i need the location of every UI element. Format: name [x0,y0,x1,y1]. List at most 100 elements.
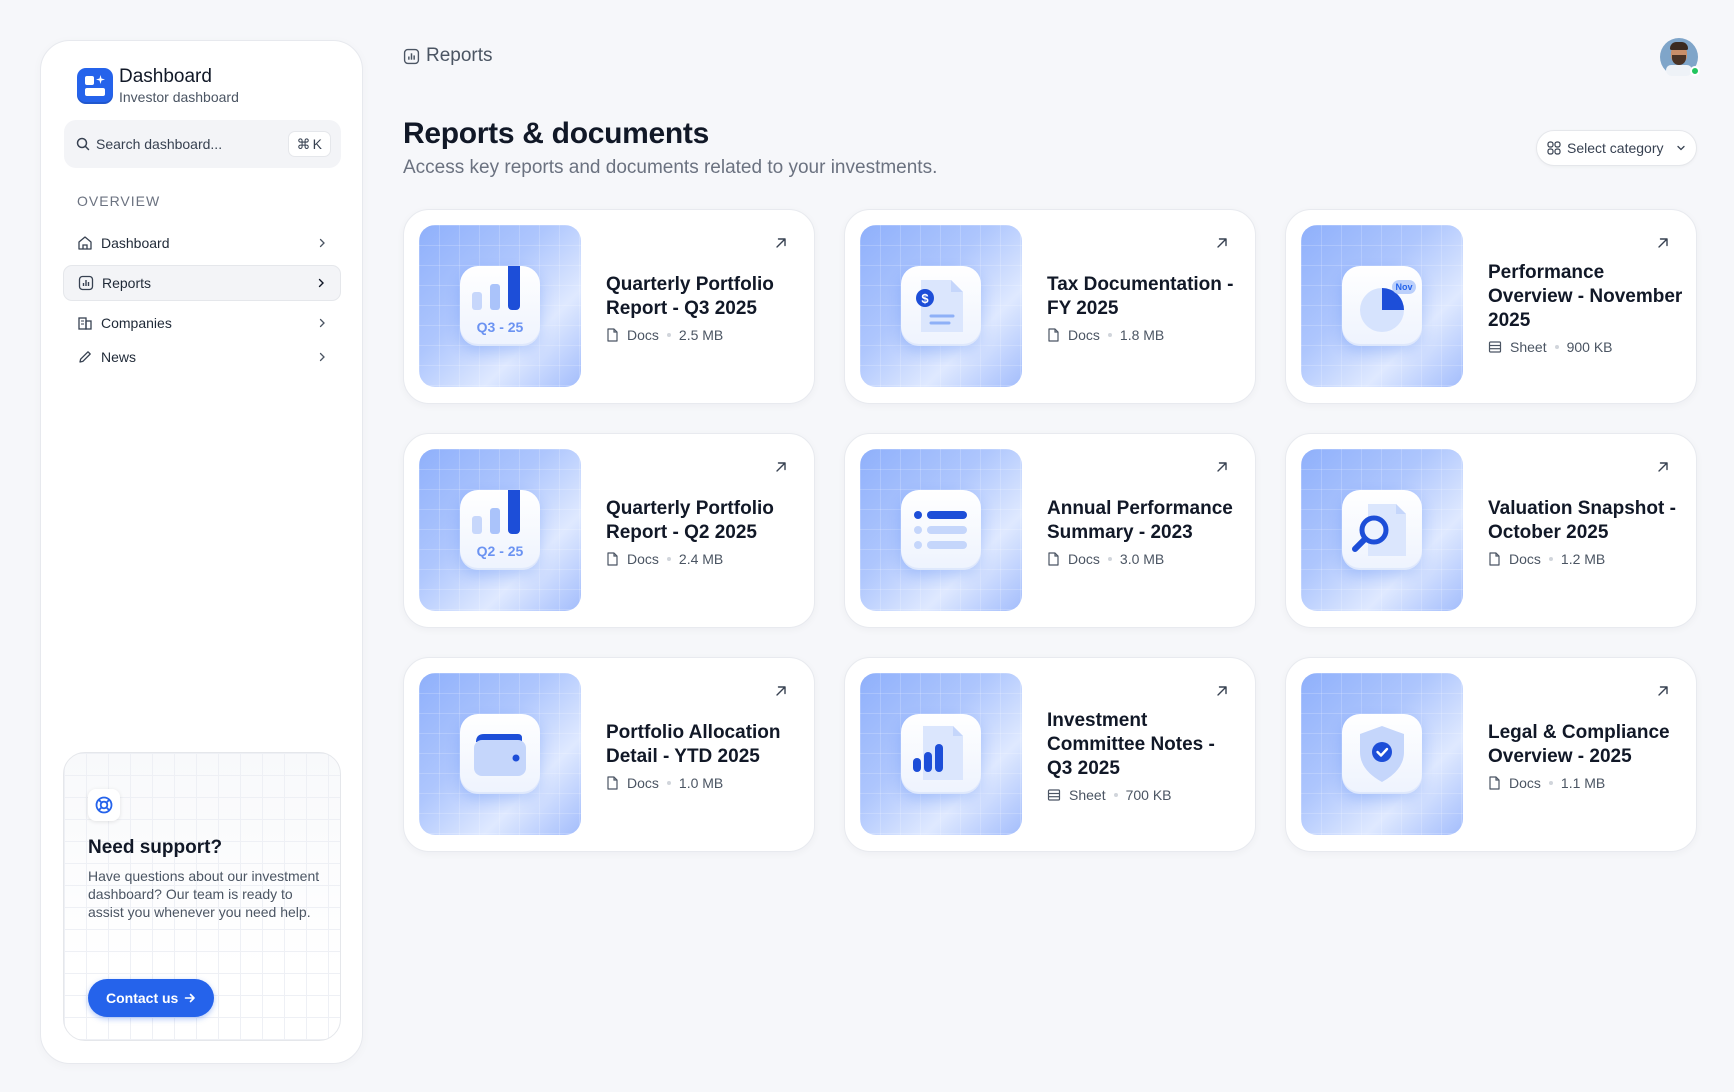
document-icon [1489,551,1500,566]
report-card[interactable]: Investment Committee Notes - Q3 2025 She… [844,657,1256,852]
dashboard-logo-icon [77,68,113,105]
sidebar-nav: Dashboard Reports Companies News [63,225,341,379]
report-thumbnail [860,449,1022,611]
external-link-arrow-icon[interactable] [774,684,788,698]
avatar[interactable] [1660,38,1700,76]
category-select[interactable]: Select category [1536,130,1697,166]
sidebar-item-dashboard[interactable]: Dashboard [63,225,341,261]
contact-us-button[interactable]: Contact us [88,979,215,1017]
support-title: Need support? [88,837,223,858]
brand-subtitle: Investor dashboard [119,88,239,105]
search-shortcut: ⌘ K [287,131,331,157]
sidebar-item-label: Reports [102,275,152,291]
spreadsheet-icon [1488,340,1502,353]
search-icon [76,137,90,151]
report-meta: Sheet 700 KB [1047,787,1242,803]
report-size: 1.1 MB [1560,774,1606,791]
chart-document-icon [901,714,981,794]
document-icon [607,551,618,566]
report-card[interactable]: Portfolio Allocation Detail - YTD 2025 D… [403,657,815,852]
external-link-arrow-icon[interactable] [1656,236,1670,250]
category-select-value: Select category [1567,140,1664,156]
sidebar-item-news[interactable]: News [63,339,341,375]
chevron-right-icon [319,352,325,362]
report-type: Docs [1068,326,1100,343]
sidebar: Dashboard Investor dashboard Search dash… [40,40,363,1064]
report-card[interactable]: Q2 - 25 Quarterly Portfolio Report - Q2 … [403,433,815,628]
report-meta: Docs 1.8 MB [1047,327,1242,343]
external-link-arrow-icon[interactable] [1215,236,1229,250]
document-icon [607,327,618,342]
spreadsheet-icon [1047,788,1061,801]
report-meta: Docs 1.0 MB [606,775,801,791]
report-card[interactable]: $ Tax Documentation - FY 2025 Docs 1.8 M… [844,209,1256,404]
report-thumbnail: Q3 - 25 [419,225,581,387]
sidebar-item-label: Dashboard [101,235,170,251]
chart-icon [78,275,94,291]
external-link-arrow-icon[interactable] [774,236,788,250]
chevron-down-icon [1677,145,1685,151]
report-card[interactable]: Nov Performance Overview - November 2025… [1285,209,1697,404]
chevron-right-icon [319,318,325,328]
bar-chart-q2-icon: Q2 - 25 [460,490,540,570]
document-icon [1048,551,1059,566]
report-thumbnail [860,673,1022,835]
pie-chart-icon: Nov [1342,266,1422,346]
external-link-arrow-icon[interactable] [1215,460,1229,474]
brand[interactable]: Dashboard Investor dashboard [77,66,239,105]
wallet-icon [460,714,540,794]
sidebar-item-companies[interactable]: Companies [63,305,341,341]
report-title: Investment Committee Notes - Q3 2025 [1047,709,1215,779]
report-meta: Sheet 900 KB [1488,339,1683,355]
home-icon [78,236,92,250]
grid-icon [1547,141,1561,155]
report-type: Docs [1068,550,1100,567]
chevron-right-icon [318,278,324,288]
sidebar-item-label: News [101,349,137,365]
document-icon [607,775,618,790]
breadcrumb-current[interactable]: Reports [426,45,493,67]
section-label-overview: OVERVIEW [77,193,161,209]
report-type: Sheet [1069,786,1106,803]
report-type: Docs [1509,550,1541,567]
document-icon [1048,327,1059,342]
report-size: 2.4 MB [678,550,724,567]
external-link-arrow-icon[interactable] [1656,684,1670,698]
report-type: Docs [1509,774,1541,791]
external-link-arrow-icon[interactable] [1656,460,1670,474]
report-title: Tax Documentation - FY 2025 [1047,273,1234,319]
svg-text:Q3 - 25: Q3 - 25 [477,319,524,335]
command-key-icon: ⌘ [296,135,311,152]
page-title: Reports & documents [403,117,710,150]
page-subtitle: Access key reports and documents related… [403,157,938,178]
report-size: 900 KB [1566,338,1613,355]
report-type: Docs [627,550,659,567]
search-input[interactable]: Search dashboard... ⌘ K [64,120,341,168]
report-size: 1.2 MB [1560,550,1606,567]
online-status-dot [1690,66,1700,76]
shield-check-icon [1342,714,1422,794]
brand-title: Dashboard [119,66,212,87]
report-type: Docs [627,326,659,343]
arrow-right-icon [185,993,196,1003]
report-card[interactable]: Valuation Snapshot - October 2025 Docs 1… [1285,433,1697,628]
sidebar-item-reports[interactable]: Reports [63,265,341,301]
chart-icon [403,48,420,64]
magnifier-document-icon [1342,490,1422,570]
report-size: 2.5 MB [678,326,724,343]
report-thumbnail: $ [860,225,1022,387]
report-card[interactable]: Legal & Compliance Overview - 2025 Docs … [1285,657,1697,852]
support-card: Need support? Have questions about our i… [63,752,341,1041]
report-size: 700 KB [1125,786,1172,803]
external-link-arrow-icon[interactable] [774,460,788,474]
report-title: Legal & Compliance Overview - 2025 [1488,721,1670,767]
chevron-right-icon [319,238,325,248]
building-icon [78,317,92,330]
report-card[interactable]: Annual Performance Summary - 2023 Docs 3… [844,433,1256,628]
report-meta: Docs 2.5 MB [606,327,801,343]
document-icon [1489,775,1500,790]
list-icon [901,490,981,570]
pencil-icon [79,351,91,363]
report-card[interactable]: Q3 - 25 Quarterly Portfolio Report - Q3 … [403,209,815,404]
external-link-arrow-icon[interactable] [1215,684,1229,698]
